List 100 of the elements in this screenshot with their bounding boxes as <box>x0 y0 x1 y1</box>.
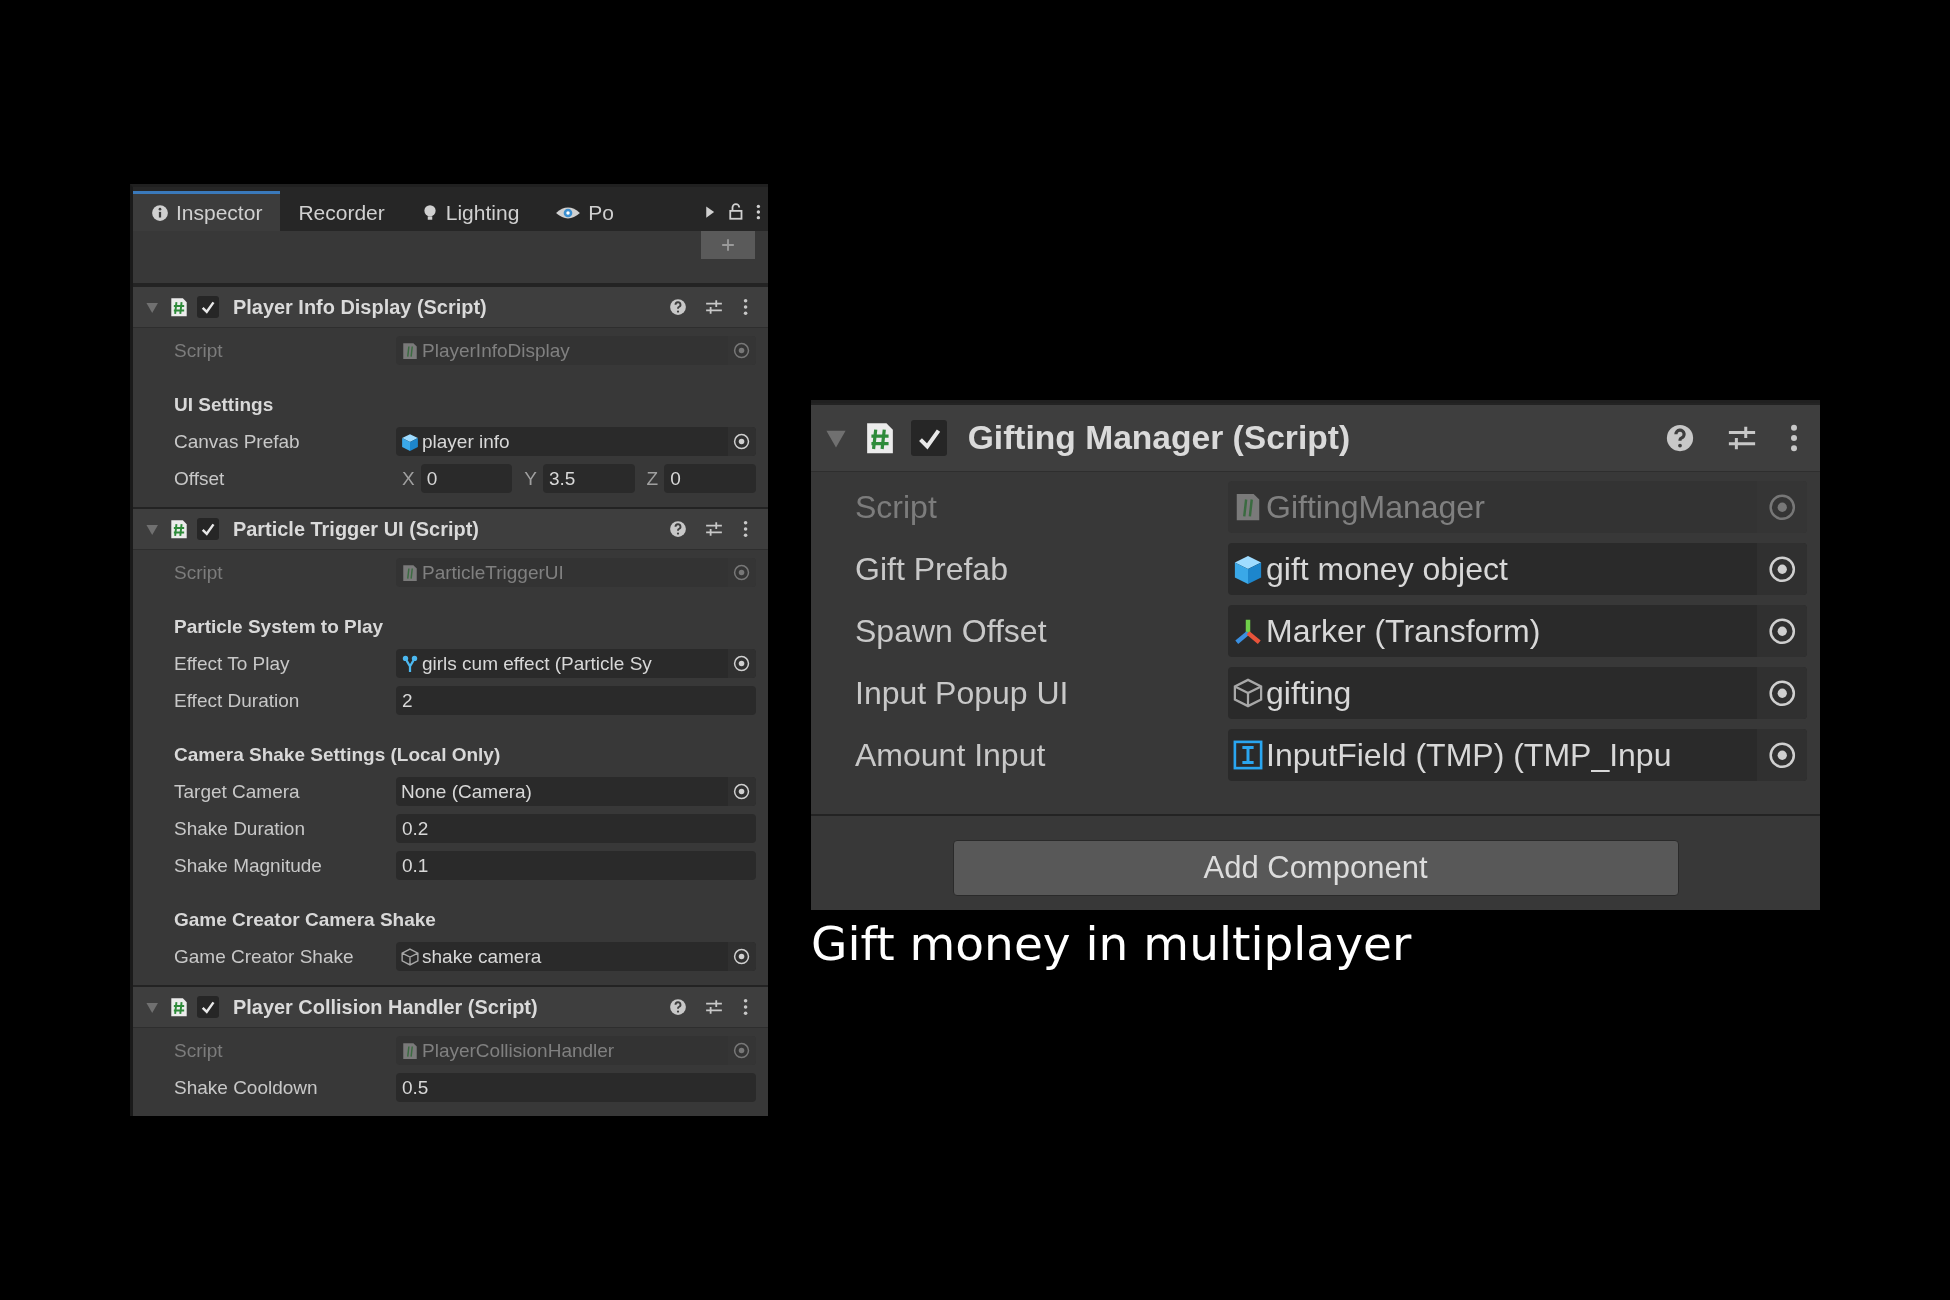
axis-label: X <box>402 467 415 490</box>
property-label: Script <box>174 339 224 362</box>
object-picker-button[interactable] <box>1757 543 1807 595</box>
component-title: Player Info Display (Script) <box>232 295 487 319</box>
add-component-button[interactable]: Add Component <box>952 840 1679 896</box>
object-picker-button[interactable] <box>1757 729 1807 781</box>
help-icon[interactable] <box>668 998 687 1016</box>
script-icon <box>401 341 419 360</box>
script-icon <box>169 996 188 1018</box>
target-icon <box>1767 678 1797 708</box>
cube-icon <box>401 432 419 451</box>
target-icon <box>733 782 751 801</box>
component-header[interactable]: Player Info Display (Script) <box>133 285 768 328</box>
plus-icon <box>721 238 735 252</box>
number-field[interactable]: 0 <box>420 464 513 493</box>
checkbox[interactable] <box>197 518 220 540</box>
target-icon <box>733 563 751 582</box>
number-field[interactable]: 2 <box>396 686 756 715</box>
field-value: None (Camera) <box>401 780 532 803</box>
target-icon <box>1767 616 1797 646</box>
target-icon <box>733 654 751 673</box>
object-picker-button[interactable] <box>728 777 756 806</box>
property-label: Spawn Offset <box>855 612 1048 650</box>
object-picker-button[interactable] <box>1757 667 1807 719</box>
property-label: Input Popup UI <box>855 674 1070 712</box>
number-field[interactable]: 0.5 <box>396 1073 756 1102</box>
help-icon[interactable] <box>668 520 687 538</box>
component-header[interactable]: Player Collision Handler (Script) <box>133 985 768 1028</box>
number-field[interactable]: 0 <box>664 464 756 493</box>
checkbox[interactable] <box>197 296 220 318</box>
caption: Gift money in multiplayer <box>811 916 1413 971</box>
object-field[interactable]: gift money object <box>1228 543 1807 595</box>
number-field[interactable]: 0.1 <box>396 851 756 880</box>
field-value: girls cum effect (Particle Sy <box>422 652 652 675</box>
property-label: Offset <box>174 467 226 490</box>
field-value: ParticleTriggerUI <box>422 561 564 584</box>
target-icon <box>733 341 751 360</box>
checkbox[interactable] <box>911 420 948 456</box>
property-label: Shake Cooldown <box>174 1076 319 1099</box>
object-field[interactable]: player info <box>396 427 756 456</box>
component-header[interactable]: Gifting Manager (Script) <box>811 403 1820 472</box>
sliders-icon[interactable] <box>705 520 724 538</box>
info-icon <box>151 203 169 222</box>
field-value: Marker (Transform) <box>1266 612 1541 650</box>
axis-label: Y <box>524 467 537 490</box>
field-value: PlayerCollisionHandler <box>422 1039 615 1062</box>
number-field[interactable]: 3.5 <box>542 464 635 493</box>
field-value: PlayerInfoDisplay <box>422 339 570 362</box>
checkbox[interactable] <box>197 996 220 1018</box>
script-icon <box>401 1041 419 1060</box>
object-picker-button[interactable] <box>728 942 756 971</box>
menu-icon[interactable] <box>755 203 762 221</box>
script-icon <box>169 296 188 318</box>
property-label: Gift Prefab <box>855 550 1009 588</box>
property-label: Script <box>855 488 938 526</box>
field-value: player info <box>422 430 510 453</box>
sliders-icon[interactable] <box>705 298 724 316</box>
property-label: Script <box>174 561 224 584</box>
menu-icon[interactable] <box>742 298 750 316</box>
text-cursor-icon <box>1233 740 1263 770</box>
object-field[interactable]: InputField (TMP) (TMP_Inpu <box>1228 729 1807 781</box>
menu-icon[interactable] <box>742 998 750 1016</box>
object-picker-button[interactable] <box>1757 605 1807 657</box>
field-value: shake camera <box>422 945 542 968</box>
tab[interactable]: Inspector <box>133 191 281 231</box>
tab[interactable]: Lighting <box>402 191 538 231</box>
target-icon <box>733 1041 751 1060</box>
sliders-icon[interactable] <box>705 998 724 1016</box>
target-icon <box>1767 554 1797 584</box>
lock-icon[interactable] <box>727 203 744 221</box>
component-header[interactable]: Particle Trigger UI (Script) <box>133 507 768 550</box>
object-field[interactable]: shake camera <box>396 942 756 971</box>
help-icon[interactable] <box>668 298 687 316</box>
object-field[interactable]: Marker (Transform) <box>1228 605 1807 657</box>
target-icon <box>733 947 751 966</box>
menu-icon[interactable] <box>742 520 750 538</box>
object-field[interactable]: gifting <box>1228 667 1807 719</box>
section-header: Game Creator Camera Shake <box>174 907 437 932</box>
target-icon <box>1767 492 1797 522</box>
particle-icon <box>401 654 419 673</box>
section-header: Particle System to Play <box>174 614 385 639</box>
help-icon[interactable] <box>1665 423 1696 453</box>
tab[interactable]: Recorder <box>280 191 403 231</box>
property-label: Shake Duration <box>174 817 306 840</box>
object-field[interactable]: None (Camera) <box>396 777 756 806</box>
tab[interactable]: Po <box>537 191 632 231</box>
object-picker-button[interactable] <box>728 427 756 456</box>
field-value: GiftingManager <box>1266 488 1485 526</box>
property-label: Shake Magnitude <box>174 854 323 877</box>
object-picker-button[interactable] <box>728 649 756 678</box>
property-label: Target Camera <box>174 780 301 803</box>
property-label: Game Creator Shake <box>174 945 355 968</box>
property-label: Effect To Play <box>174 652 291 675</box>
cube-icon <box>1233 554 1263 584</box>
number-field[interactable]: 0.2 <box>396 814 756 843</box>
property-label: Script <box>174 1039 224 1062</box>
object-field[interactable]: girls cum effect (Particle Sy <box>396 649 756 678</box>
section-header: Camera Shake Settings (Local Only) <box>174 742 502 767</box>
script-icon <box>864 420 895 456</box>
property-label: Amount Input <box>855 736 1047 774</box>
